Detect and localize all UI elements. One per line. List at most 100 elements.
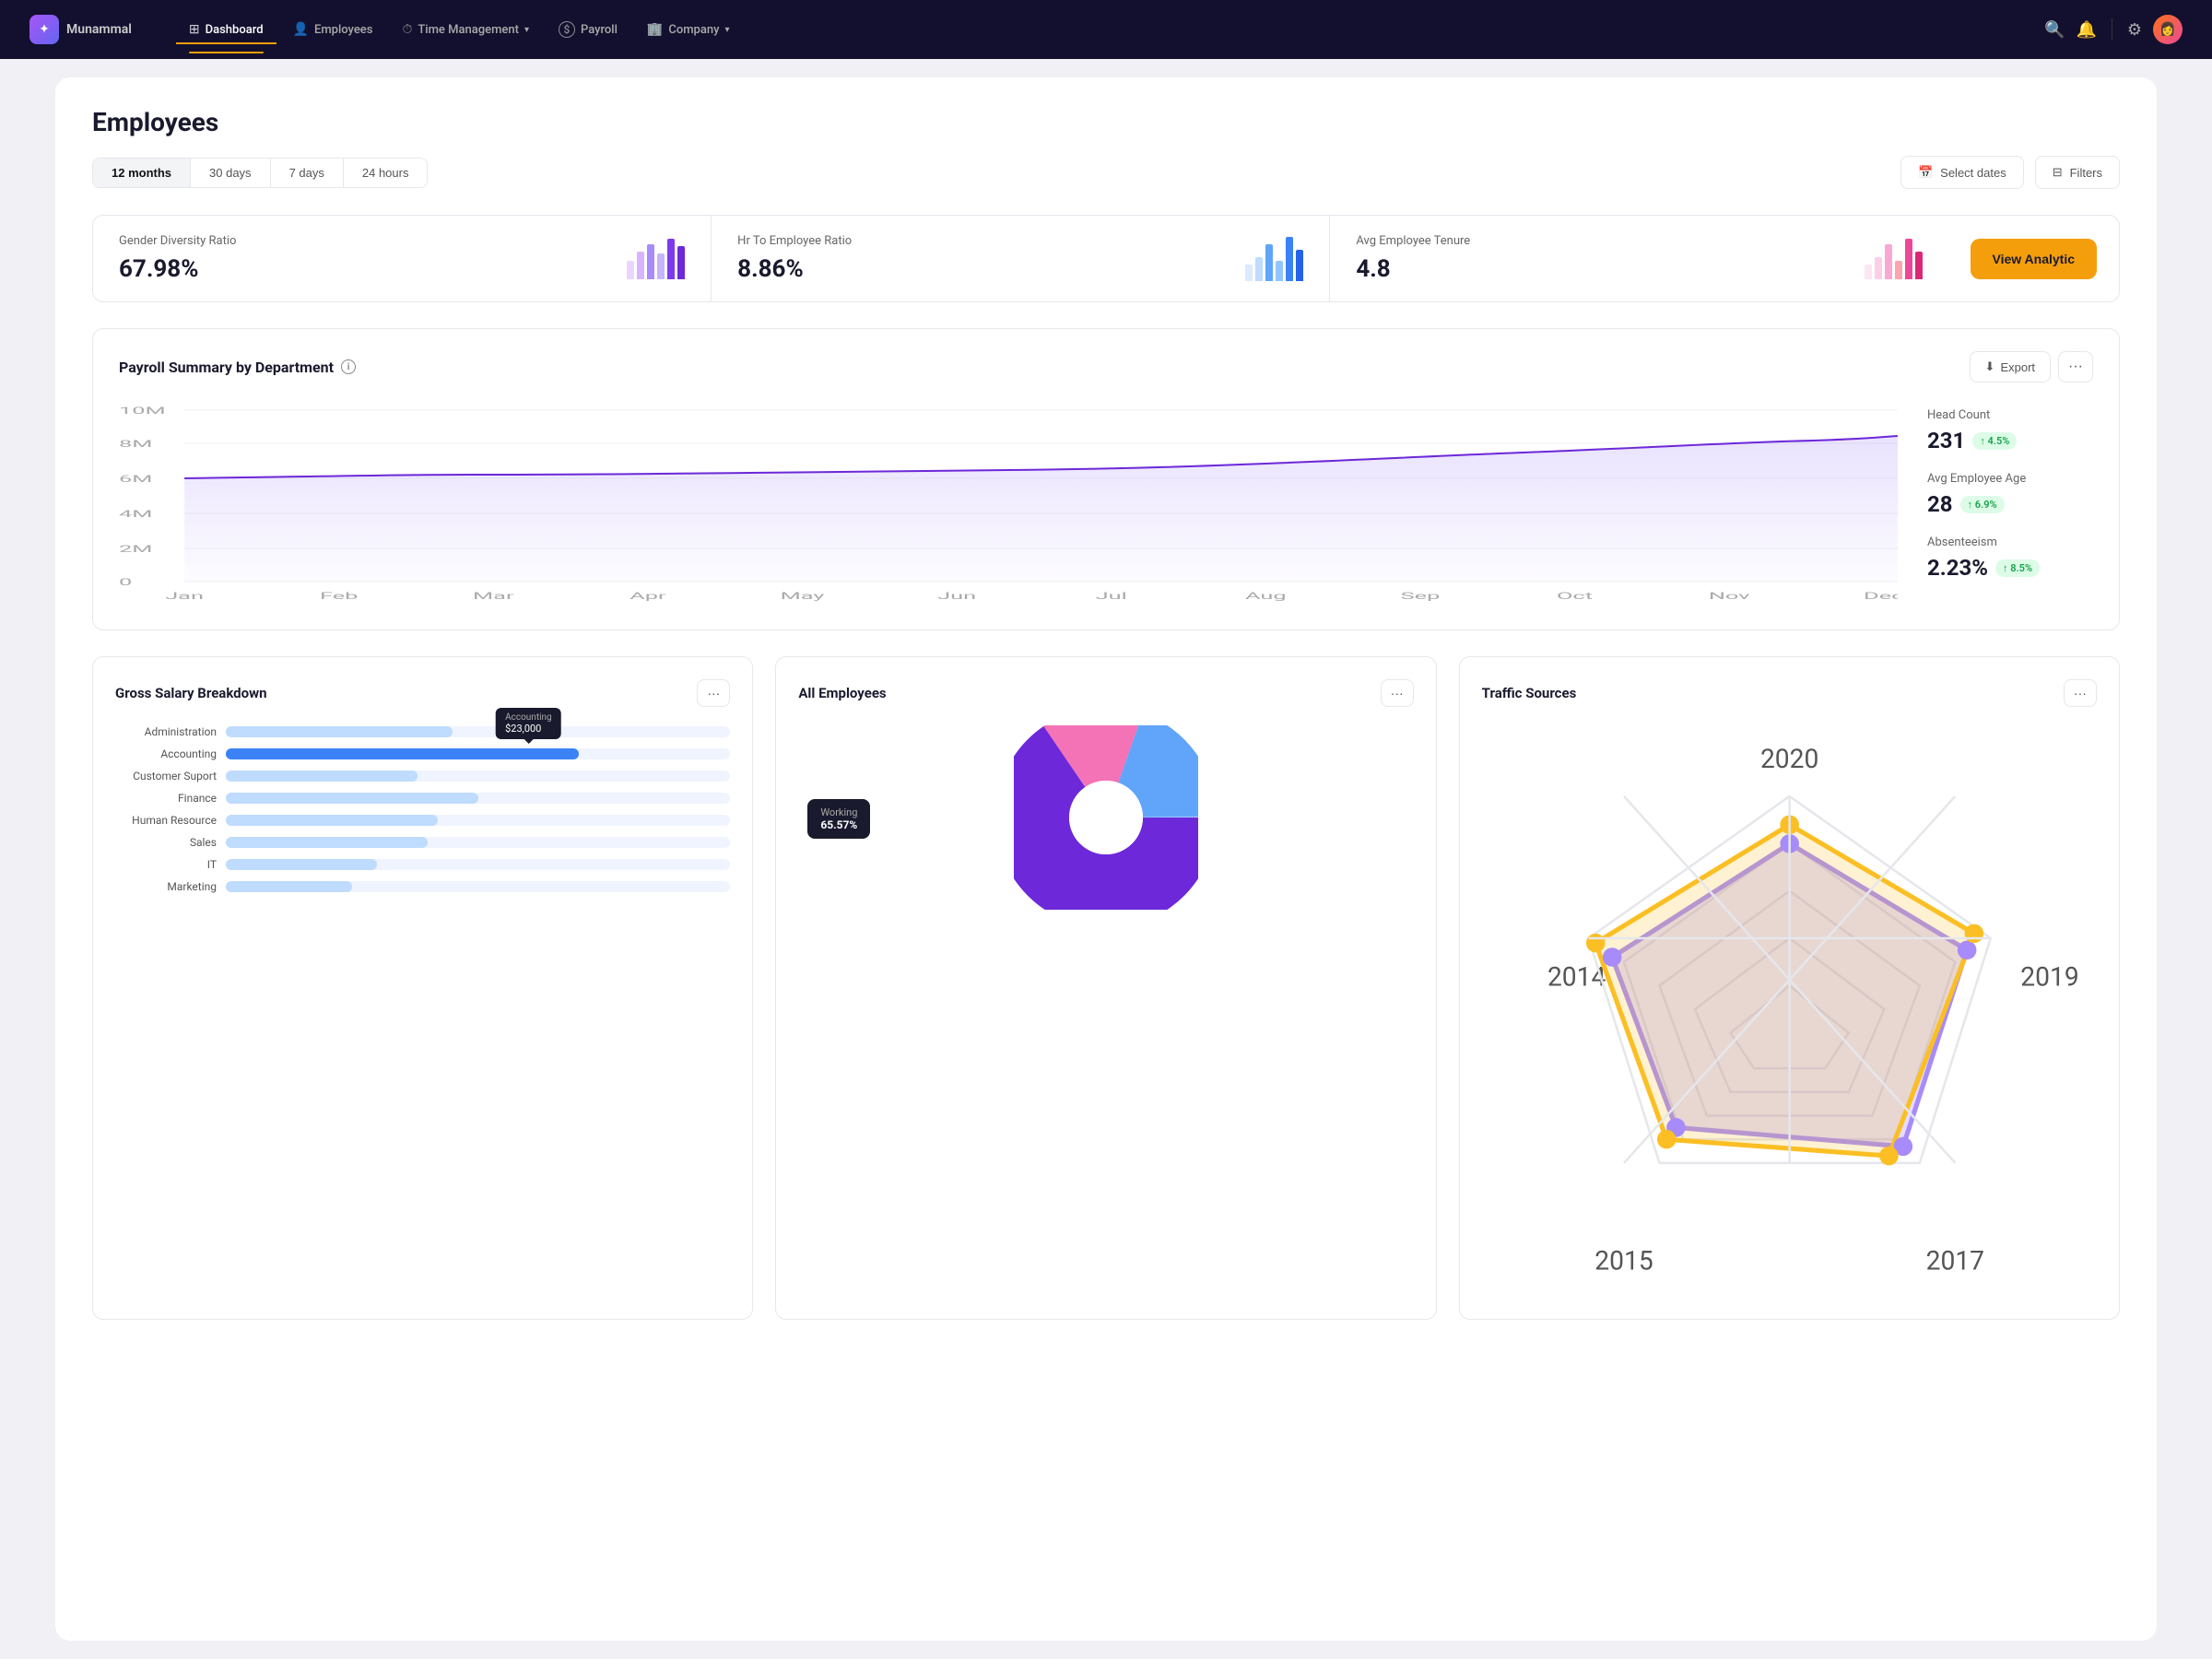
nav-item-time[interactable]: ⏱ Time Management ▾: [389, 15, 542, 44]
metric-info-tenure: Avg Employee Tenure 4.8: [1356, 234, 1470, 283]
svg-text:2019: 2019: [2020, 961, 2078, 992]
nav-employees-label: Employees: [314, 23, 372, 37]
metric-value-tenure: 4.8: [1356, 255, 1470, 283]
metric-label-gender: Gender Diversity Ratio: [119, 234, 236, 248]
bar-1: [627, 261, 634, 279]
bar-wrap-marketing: [226, 881, 730, 892]
absent-badge: ↑ 8.5%: [1995, 559, 2040, 577]
gross-salary-header: Gross Salary Breakdown ···: [115, 679, 730, 707]
svg-text:2015: 2015: [1594, 1245, 1653, 1276]
pie-chart-wrap: Working 65.57%: [798, 725, 1413, 910]
bar-3: [647, 244, 654, 279]
select-dates-button[interactable]: 📅 Select dates: [1900, 156, 2024, 189]
all-employees-more-button[interactable]: ···: [1381, 679, 1414, 707]
svg-text:2M: 2M: [119, 544, 152, 555]
calendar-icon: 📅: [1918, 165, 1933, 180]
chart-actions: ⬇ Export ···: [1970, 351, 2093, 382]
salary-row-it: IT: [115, 858, 730, 871]
radar-chart-wrap: 2020 2019 2014 2015 2017: [1482, 725, 2097, 1297]
tab-12months[interactable]: 12 months: [93, 159, 191, 187]
avatar[interactable]: 👩: [2153, 15, 2183, 44]
stat-absent-value: 2.23% ↑ 8.5%: [1927, 555, 2093, 581]
metric-chart-tenure: [1865, 239, 1923, 279]
svg-text:4M: 4M: [119, 509, 152, 520]
svg-text:0: 0: [119, 577, 132, 588]
salary-row-accounting: Accounting Accounting $23,000: [115, 747, 730, 760]
accounting-tooltip: Accounting $23,000: [496, 708, 561, 739]
metric-value-hr: 8.86%: [737, 255, 852, 283]
nav-item-payroll[interactable]: $ Payroll: [546, 14, 630, 45]
svg-text:Dec: Dec: [1864, 591, 1898, 602]
salary-row-hr: Human Resource: [115, 814, 730, 827]
metrics-row: Gender Diversity Ratio 67.98% Hr To Empl…: [92, 215, 2120, 302]
nav-item-company[interactable]: 🏢 Company ▾: [634, 15, 743, 44]
time-tabs: 12 months 30 days 7 days 24 hours: [92, 158, 428, 188]
brand[interactable]: ✦ Munammal: [29, 15, 132, 44]
metric-label-tenure: Avg Employee Tenure: [1356, 234, 1470, 248]
tab-7days[interactable]: 7 days: [271, 159, 344, 187]
hr-bar-4: [1276, 261, 1283, 281]
age-badge: ↑ 6.9%: [1960, 496, 2005, 513]
svg-text:Jun: Jun: [937, 591, 976, 602]
bottom-row: Gross Salary Breakdown ··· Administratio…: [92, 656, 2120, 1320]
bar-fill-admin: [226, 726, 453, 737]
search-icon[interactable]: 🔍: [2044, 20, 2065, 40]
bell-icon[interactable]: 🔔: [2076, 20, 2096, 40]
svg-text:Feb: Feb: [320, 591, 358, 602]
chart-more-button[interactable]: ···: [2058, 351, 2093, 382]
time-icon: ⏱: [402, 22, 412, 37]
nav-item-dashboard[interactable]: ⊞ Dashboard: [176, 15, 276, 44]
navbar: ✦ Munammal ⊞ Dashboard 👤 Employees ⏱ Tim…: [0, 0, 2212, 59]
payroll-svg: 10M 8M 6M 4M 2M 0: [119, 401, 1898, 604]
bar-fill-sales: [226, 837, 428, 848]
salary-row-marketing: Marketing: [115, 880, 730, 893]
filter-row: 12 months 30 days 7 days 24 hours 📅 Sele…: [92, 156, 2120, 189]
svg-text:Apr: Apr: [629, 591, 666, 602]
svg-text:Nov: Nov: [1709, 591, 1750, 602]
filter-icon: ⊟: [2053, 165, 2063, 180]
hr-bar-2: [1255, 257, 1263, 281]
tab-30days[interactable]: 30 days: [191, 159, 271, 187]
brand-logo: ✦: [29, 15, 59, 44]
metric-chart-gender: [627, 239, 685, 279]
time-chevron-icon: ▾: [524, 25, 529, 35]
headcount-badge: ↑ 4.5%: [1972, 432, 2017, 450]
nav-items: ⊞ Dashboard 👤 Employees ⏱ Time Managemen…: [176, 14, 2015, 45]
page-header: Employees: [92, 107, 2120, 137]
dept-marketing: Marketing: [115, 880, 217, 893]
tab-24hours[interactable]: 24 hours: [344, 159, 428, 187]
main-content: Employees 12 months 30 days 7 days 24 ho…: [55, 77, 2157, 1641]
salary-bars: Administration Accounting Accounting $23…: [115, 725, 730, 893]
gross-salary-more-button[interactable]: ···: [697, 679, 730, 707]
export-button[interactable]: ⬇ Export: [1970, 351, 2051, 382]
svg-text:Sep: Sep: [1401, 591, 1441, 602]
hr-bar-1: [1245, 265, 1253, 281]
traffic-sources-more-button[interactable]: ···: [2064, 679, 2097, 707]
pie-tooltip: Working 65.57%: [807, 799, 870, 839]
stat-headcount: Head Count 231 ↑ 4.5%: [1927, 408, 2093, 453]
svg-text:6M: 6M: [119, 474, 152, 485]
salary-row-sales: Sales: [115, 836, 730, 849]
chart-header: Payroll Summary by Department i ⬇ Export…: [119, 351, 2093, 382]
metric-gender-diversity: Gender Diversity Ratio 67.98%: [93, 216, 712, 301]
filters-button[interactable]: ⊟ Filters: [2035, 156, 2120, 189]
svg-text:Jan: Jan: [165, 591, 204, 602]
radar-point-y5: [1586, 934, 1606, 953]
radar-point-p5: [1603, 947, 1622, 967]
salary-row-customer: Customer Suport: [115, 770, 730, 782]
dept-accounting: Accounting: [115, 747, 217, 760]
all-employees-header: All Employees ···: [798, 679, 1413, 707]
nav-item-employees[interactable]: 👤 Employees: [280, 15, 386, 44]
stat-avg-age: Avg Employee Age 28 ↑ 6.9%: [1927, 472, 2093, 517]
bar-wrap-accounting: Accounting $23,000: [226, 748, 730, 759]
view-analytic-wrap: View Analytic: [1948, 216, 2119, 301]
settings-icon[interactable]: ⚙: [2127, 20, 2142, 40]
view-analytic-button[interactable]: View Analytic: [1971, 239, 2097, 279]
bar-fill-marketing: [226, 881, 352, 892]
bar-wrap-it: [226, 859, 730, 870]
pie-tooltip-value: 65.57%: [820, 818, 857, 831]
company-chevron-icon: ▾: [724, 25, 729, 35]
svg-text:8M: 8M: [119, 439, 152, 450]
payroll-icon: $: [559, 21, 575, 38]
nav-item-wrap-dashboard: ⊞ Dashboard: [176, 15, 276, 44]
